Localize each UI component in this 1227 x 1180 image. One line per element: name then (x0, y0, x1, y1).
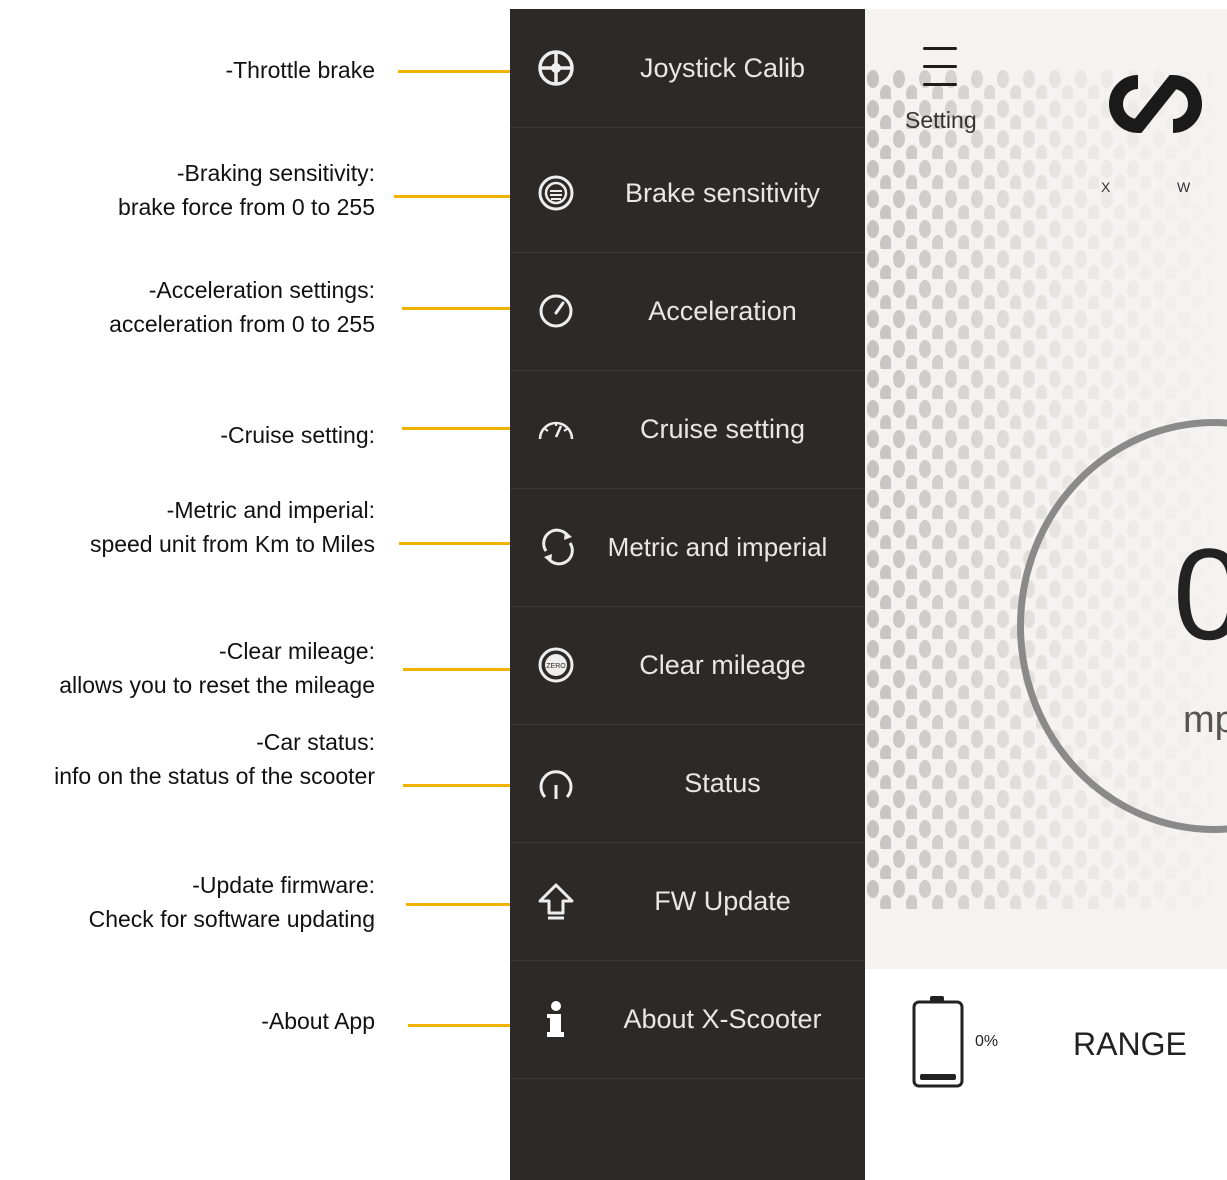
battery-icon (910, 994, 966, 1095)
annotation-update-firmware: -Update firmware: Check for software upd… (89, 868, 375, 936)
annotation-line: info on the status of the scooter (54, 763, 375, 789)
joystick-icon (536, 48, 576, 88)
annotation-throttle-brake: -Throttle brake (225, 53, 375, 87)
menu-item-label: Cruise setting (639, 413, 806, 444)
menu-item-status[interactable]: Status (510, 724, 865, 843)
annotation-line: brake force from 0 to 255 (118, 194, 375, 220)
annotation-line: allows you to reset the mileage (59, 672, 375, 698)
connector-line (394, 193, 532, 199)
setting-label: Setting (905, 107, 977, 133)
annotation-line: Check for software updating (88, 906, 375, 932)
menu-item-about[interactable]: About X-Scooter (510, 960, 865, 1079)
menu-item-clear-mileage[interactable]: ZERO Clear mileage (510, 606, 865, 725)
menu-item-label: Metric and imperial (607, 531, 828, 562)
annotation-line: -Braking sensitivity: (176, 160, 375, 186)
menu-item-fw-update[interactable]: FW Update (510, 842, 865, 961)
annotation-metric-imperial: -Metric and imperial: speed unit from Km… (90, 493, 375, 561)
battery-percent: 0% (975, 1033, 999, 1050)
settings-drawer: Joystick Calib Brake sensitivity Acceler… (510, 9, 865, 1180)
brake-icon (536, 173, 576, 213)
annotation-line: -Clear mileage: (219, 638, 375, 664)
annotation-line: -Cruise setting: (220, 422, 375, 448)
svg-text:ZERO: ZERO (546, 663, 566, 670)
bottom-status-bar: 0% RANGE (865, 969, 1227, 1180)
speed-unit: mp (1183, 699, 1227, 741)
menu-item-label: Acceleration (648, 295, 797, 326)
annotation-line: speed unit from Km to Miles (89, 531, 375, 557)
annotation-cruise: -Cruise setting: (220, 418, 375, 452)
gauge-icon (536, 291, 576, 331)
menu-item-label: About X-Scooter (623, 1003, 822, 1034)
logo-letter: X (1101, 179, 1111, 195)
annotation-line: -Throttle brake (225, 57, 375, 83)
upload-arrow-icon (536, 881, 576, 921)
annotation-about-app: -About App (261, 1004, 375, 1038)
menu-item-joystick-calib[interactable]: Joystick Calib (510, 9, 865, 128)
speed-value: 0 (1173, 521, 1227, 667)
annotation-clear-mileage: -Clear mileage: allows you to reset the … (59, 634, 375, 702)
app-screenshot: Joystick Calib Brake sensitivity Acceler… (510, 9, 1227, 1180)
annotation-braking-sensitivity: -Braking sensitivity: brake force from 0… (118, 156, 375, 224)
speedometer-icon (536, 409, 576, 449)
annotation-car-status: -Car status: info on the status of the s… (54, 725, 375, 793)
setting-button[interactable]: Setting (903, 39, 993, 139)
annotation-line: -About App (261, 1008, 375, 1034)
menu-item-label: Joystick Calib (639, 52, 806, 83)
annotation-line: -Update firmware: (192, 872, 375, 898)
annotation-line: -Car status: (256, 729, 375, 755)
logo-letter: W (1177, 179, 1191, 195)
status-icon (536, 763, 576, 803)
refresh-icon (538, 527, 578, 567)
menu-item-label: Status (684, 767, 761, 798)
menu-item-label: Brake sensitivity (624, 177, 821, 208)
range-label: RANGE (1073, 1026, 1187, 1062)
annotation-line: -Acceleration settings: (148, 277, 375, 303)
menu-item-cruise-setting[interactable]: Cruise setting (510, 370, 865, 489)
annotation-acceleration: -Acceleration settings: acceleration fro… (109, 273, 375, 341)
annotation-line: -Metric and imperial: (166, 497, 375, 523)
dashboard: Setting X W 0 mp 0% RANGE (865, 9, 1227, 1180)
menu-item-label: Clear mileage (639, 649, 806, 680)
menu-item-label: FW Update (654, 885, 791, 916)
annotation-panel: -Throttle brake -Braking sensitivity: br… (0, 0, 534, 1180)
brand-logo (1083, 64, 1227, 149)
menu-item-acceleration[interactable]: Acceleration (510, 252, 865, 371)
info-icon (536, 999, 576, 1039)
annotation-line: acceleration from 0 to 255 (109, 311, 375, 337)
menu-item-brake-sensitivity[interactable]: Brake sensitivity (510, 134, 865, 253)
zero-icon: ZERO (536, 645, 576, 685)
menu-item-metric-imperial[interactable]: Metric and imperial (510, 488, 865, 607)
